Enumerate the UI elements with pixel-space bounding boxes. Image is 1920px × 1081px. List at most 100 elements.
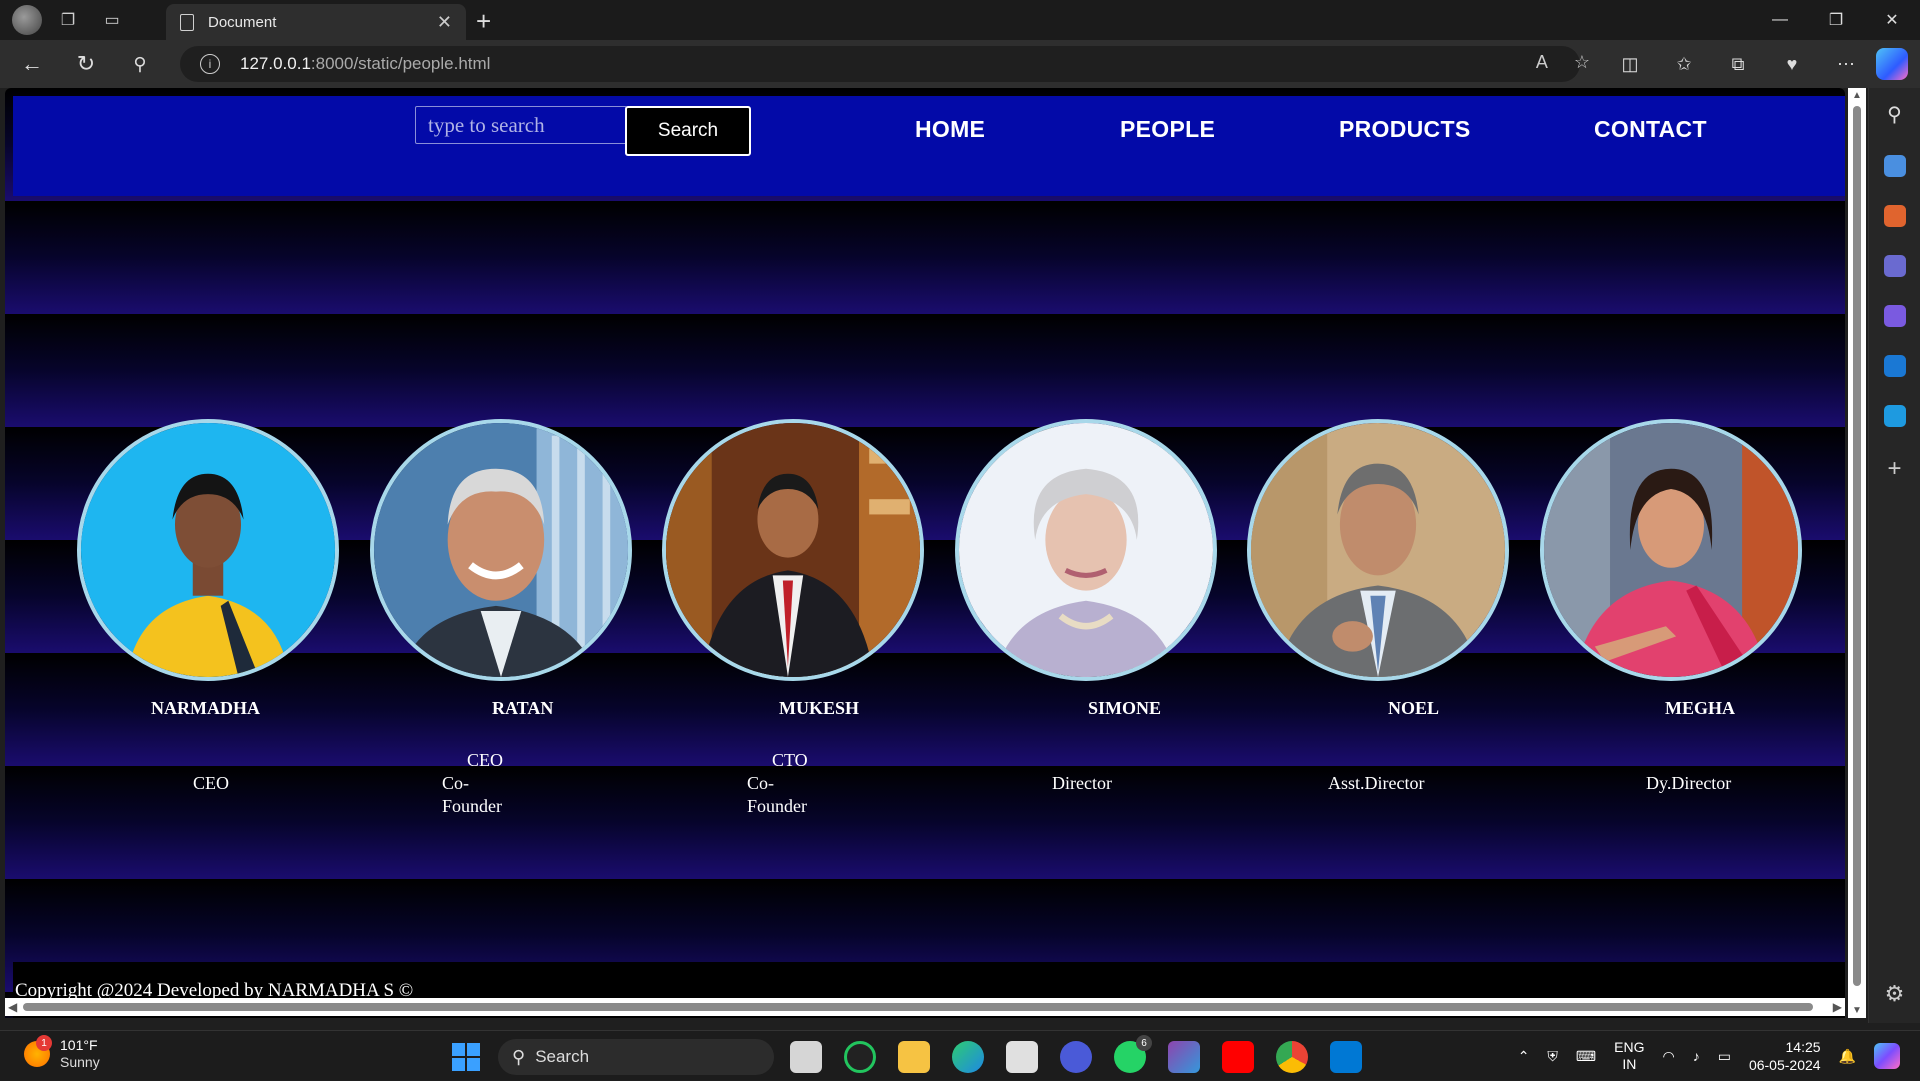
sidebar-games-icon[interactable] [1883, 255, 1906, 277]
task-view-icon[interactable] [790, 1041, 822, 1073]
clock[interactable]: 14:25 06-05-2024 [1749, 1038, 1821, 1074]
workspaces-icon[interactable]: ❐ [50, 6, 86, 34]
weather-badge: 1 [36, 1035, 52, 1051]
taskbar-search-label: Search [535, 1047, 590, 1066]
app-icon-purple[interactable] [1168, 1041, 1200, 1073]
nav-products[interactable]: PRODUCTS [1339, 116, 1470, 143]
person-role-narmadha: CEO [193, 773, 229, 793]
person-role-megha: Dy.Director [1646, 773, 1732, 793]
new-tab-button[interactable]: + [476, 6, 491, 37]
read-aloud-icon[interactable]: A [1536, 52, 1548, 73]
weather-condition: Sunny [60, 1054, 100, 1070]
chevron-up-icon[interactable]: ⌃ [1518, 1048, 1530, 1065]
battery-icon[interactable]: ▭ [1718, 1048, 1731, 1065]
restore-button[interactable]: ❐ [1808, 0, 1864, 40]
sidebar-settings-icon[interactable]: ⚙ [1885, 981, 1905, 1007]
clock-time: 14:25 [1785, 1039, 1821, 1055]
sidebar-add-icon[interactable]: + [1887, 455, 1901, 483]
whatsapp-icon[interactable]: 6 [1114, 1035, 1152, 1073]
back-button[interactable]: ← [10, 44, 54, 84]
close-tab-icon[interactable]: ✕ [437, 12, 452, 33]
profile-avatar[interactable] [12, 5, 42, 35]
favorites-icon[interactable]: ✩ [1670, 50, 1698, 78]
person-role-mukesh-line3: Founder [747, 796, 807, 816]
address-field[interactable]: i 127.0.0.1 :8000/static/people.html [180, 46, 1580, 82]
person-photo-narmadha [77, 419, 339, 681]
document-icon [180, 13, 194, 31]
sidebar-tools-icon[interactable] [1883, 205, 1906, 227]
sidebar-search-icon[interactable]: ⚲ [1887, 102, 1902, 127]
nav-home[interactable]: HOME [915, 116, 985, 143]
tab-actions-icon[interactable]: ▭ [94, 6, 130, 34]
person-photo-mukesh [662, 419, 924, 681]
scroll-left-arrow-icon[interactable]: ◀ [8, 1000, 17, 1014]
keyboard-icon[interactable]: ⌨ [1576, 1048, 1596, 1065]
nav-people[interactable]: PEOPLE [1120, 116, 1215, 143]
volume-icon[interactable]: ♪ [1693, 1048, 1700, 1064]
youtube-icon[interactable] [1222, 1041, 1254, 1073]
search-input[interactable]: type to search [415, 106, 627, 144]
weather-widget[interactable]: 1 101°F Sunny [24, 1035, 100, 1071]
person-name-megha: MEGHA [1665, 698, 1735, 718]
app-icon-triangle[interactable] [1060, 1041, 1092, 1073]
taskbar-search[interactable]: ⚲ Search [498, 1039, 774, 1075]
close-window-button[interactable]: ✕ [1864, 0, 1920, 40]
collections-icon[interactable]: ⧉ [1724, 50, 1752, 78]
vertical-scrollbar[interactable]: ▲ ▼ [1848, 88, 1866, 1018]
sidebar-send-icon[interactable] [1883, 405, 1906, 427]
person-role-ratan-line1: CEO [467, 750, 503, 770]
browser-essentials-icon[interactable]: ♥ [1778, 50, 1806, 78]
page-viewport: type to search Search HOME PEOPLE PRODUC… [5, 88, 1845, 1018]
security-icon[interactable]: ⛨ [1547, 1048, 1558, 1065]
site-header [13, 96, 1845, 196]
person-name-ratan: RATAN [492, 698, 554, 718]
search-icon: ⚲ [512, 1046, 526, 1067]
microsoft-store-icon[interactable] [1006, 1041, 1038, 1073]
sidebar-outlook-icon[interactable] [1883, 355, 1906, 377]
browser-sidebar: ⚲ + ⚙ [1868, 88, 1920, 1023]
copilot-taskbar-icon[interactable] [1874, 1043, 1900, 1069]
search-icon[interactable]: ⚲ [118, 44, 162, 84]
app-icon-green-circle[interactable] [844, 1041, 876, 1073]
sidebar-shopping-icon[interactable] [1883, 155, 1906, 177]
person-name-narmadha: NARMADHA [151, 698, 260, 718]
person-role-simone: Director [1052, 773, 1112, 793]
vscode-icon[interactable] [1330, 1041, 1362, 1073]
scroll-up-arrow-icon[interactable]: ▲ [1852, 90, 1862, 101]
sidebar-office-icon[interactable] [1883, 305, 1906, 327]
minimize-button[interactable]: — [1752, 0, 1808, 40]
weather-temp: 101°F [60, 1037, 98, 1053]
vertical-scroll-thumb[interactable] [1853, 106, 1861, 986]
language-top: ENG [1614, 1039, 1645, 1055]
search-button[interactable]: Search [625, 106, 751, 156]
person-photo-megha [1540, 419, 1802, 681]
clock-date: 06-05-2024 [1748, 1057, 1821, 1073]
start-button[interactable] [452, 1043, 480, 1071]
horizontal-scrollbar[interactable]: ◀ ▶ [5, 998, 1845, 1016]
more-menu-icon[interactable]: ⋯ [1832, 50, 1860, 78]
file-explorer-icon[interactable] [898, 1041, 930, 1073]
url-path: :8000/static/people.html [310, 54, 491, 73]
refresh-button[interactable]: ↻ [64, 44, 108, 84]
notification-bell-icon[interactable]: 🔔 [1839, 1048, 1856, 1065]
person-photo-simone [955, 419, 1217, 681]
taskbar-apps: 6 [790, 1035, 1362, 1073]
address-actions: A ☆ [1536, 52, 1590, 73]
person-role-ratan-line3: Founder [442, 796, 502, 816]
site-info-icon[interactable]: i [200, 54, 220, 74]
wifi-icon[interactable]: ◠ [1662, 1048, 1674, 1065]
browser-tab[interactable]: Document ✕ [166, 4, 466, 40]
nav-contact[interactable]: CONTACT [1594, 116, 1707, 143]
favorite-star-icon[interactable]: ☆ [1574, 52, 1590, 73]
edge-browser-icon[interactable] [952, 1041, 984, 1073]
person-role-mukesh-line1: CTO [772, 750, 808, 770]
copilot-icon[interactable] [1876, 48, 1908, 80]
scroll-down-arrow-icon[interactable]: ▼ [1852, 1005, 1862, 1016]
split-screen-icon[interactable]: ◫ [1616, 50, 1644, 78]
language-indicator[interactable]: ENG IN [1614, 1039, 1644, 1073]
horizontal-scroll-thumb[interactable] [23, 1003, 1813, 1011]
chrome-icon[interactable] [1276, 1041, 1308, 1073]
scroll-right-arrow-icon[interactable]: ▶ [1833, 1000, 1842, 1014]
system-tray: ⌃ ⛨ ⌨ ENG IN ◠ ♪ ▭ 14:25 06-05-2024 🔔 [1518, 1031, 1920, 1081]
person-photo-ratan [370, 419, 632, 681]
